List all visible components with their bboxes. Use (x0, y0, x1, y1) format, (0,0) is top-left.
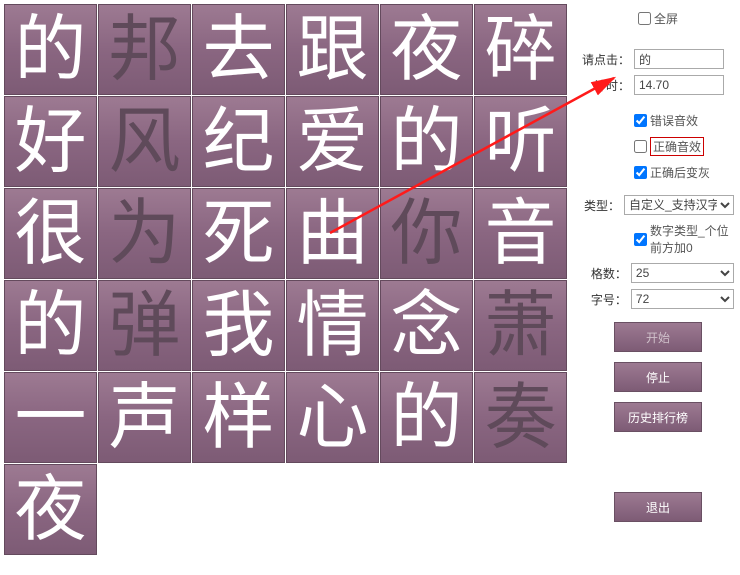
gridcount-select[interactable]: 25 (631, 263, 734, 283)
char-cell[interactable]: 的 (4, 280, 97, 371)
char-grid-extra-row: 夜 (4, 464, 570, 555)
char-cell[interactable]: 爱 (286, 96, 379, 187)
char-cell[interactable]: 声 (98, 372, 191, 463)
greyout-check[interactable]: 正确后变灰 (634, 164, 734, 181)
fontsize-label: 字号： (582, 291, 627, 308)
char-cell[interactable]: 的 (4, 4, 97, 95)
error-sound-checkbox[interactable] (634, 114, 647, 127)
char-cell[interactable]: 夜 (4, 464, 97, 555)
error-sound-label: 错误音效 (650, 112, 698, 129)
char-cell[interactable]: 弹 (98, 280, 191, 371)
greyout-checkbox[interactable] (634, 166, 647, 179)
grid-area: 的邦去跟夜碎好风纪爱的听很为死曲你音的弹我情念萧一声样心的奏 夜 (0, 0, 570, 575)
history-button[interactable]: 历史排行榜 (614, 402, 702, 432)
char-cell[interactable]: 听 (474, 96, 567, 187)
char-cell[interactable]: 音 (474, 188, 567, 279)
ok-sound-check[interactable]: 正确音效 (634, 137, 734, 156)
prompt-label: 请点击： (582, 51, 630, 68)
fullscreen-checkbox[interactable] (638, 12, 651, 25)
char-cell[interactable]: 情 (286, 280, 379, 371)
char-cell[interactable]: 风 (98, 96, 191, 187)
char-grid: 的邦去跟夜碎好风纪爱的听很为死曲你音的弹我情念萧一声样心的奏 (4, 4, 570, 463)
numpad-label: 数字类型_个位前方加0 (650, 222, 734, 256)
char-cell[interactable]: 的 (380, 372, 473, 463)
ok-sound-checkbox[interactable] (634, 140, 647, 153)
char-cell[interactable]: 曲 (286, 188, 379, 279)
char-cell[interactable]: 的 (380, 96, 473, 187)
char-cell[interactable]: 念 (380, 280, 473, 371)
greyout-label: 正确后变灰 (650, 164, 710, 181)
char-cell[interactable]: 一 (4, 372, 97, 463)
char-cell[interactable]: 邦 (98, 4, 191, 95)
char-cell[interactable]: 为 (98, 188, 191, 279)
stop-button[interactable]: 停止 (614, 362, 702, 392)
error-sound-check[interactable]: 错误音效 (634, 112, 734, 129)
type-select[interactable]: 自定义_支持汉字 (624, 195, 734, 215)
start-button[interactable]: 开始 (614, 322, 702, 352)
char-cell[interactable]: 样 (192, 372, 285, 463)
fontsize-select[interactable]: 72 (631, 289, 734, 309)
char-cell[interactable]: 纪 (192, 96, 285, 187)
char-cell[interactable]: 跟 (286, 4, 379, 95)
fullscreen-check[interactable]: 全屏 (582, 10, 734, 27)
numpad-check[interactable]: 数字类型_个位前方加0 (634, 222, 734, 256)
sidebar: 全屏 请点击： 计时： 错误音效 正确音效 正确后变灰 类型： 自定义_支持汉字 (570, 0, 740, 575)
ok-sound-label: 正确音效 (650, 137, 704, 156)
char-cell[interactable]: 碎 (474, 4, 567, 95)
timer-label: 计时： (582, 77, 630, 94)
timer-input[interactable] (634, 75, 724, 95)
char-cell[interactable]: 奏 (474, 372, 567, 463)
exit-button[interactable]: 退出 (614, 492, 702, 522)
numpad-checkbox[interactable] (634, 233, 647, 246)
gridcount-label: 格数： (582, 265, 627, 282)
char-cell[interactable]: 心 (286, 372, 379, 463)
fullscreen-label: 全屏 (654, 10, 678, 27)
char-cell[interactable]: 很 (4, 188, 97, 279)
type-label: 类型： (582, 197, 620, 214)
char-cell[interactable]: 死 (192, 188, 285, 279)
prompt-input[interactable] (634, 49, 724, 69)
char-cell[interactable]: 好 (4, 96, 97, 187)
char-cell[interactable]: 夜 (380, 4, 473, 95)
char-cell[interactable]: 去 (192, 4, 285, 95)
char-cell[interactable]: 我 (192, 280, 285, 371)
char-cell[interactable]: 你 (380, 188, 473, 279)
char-cell[interactable]: 萧 (474, 280, 567, 371)
